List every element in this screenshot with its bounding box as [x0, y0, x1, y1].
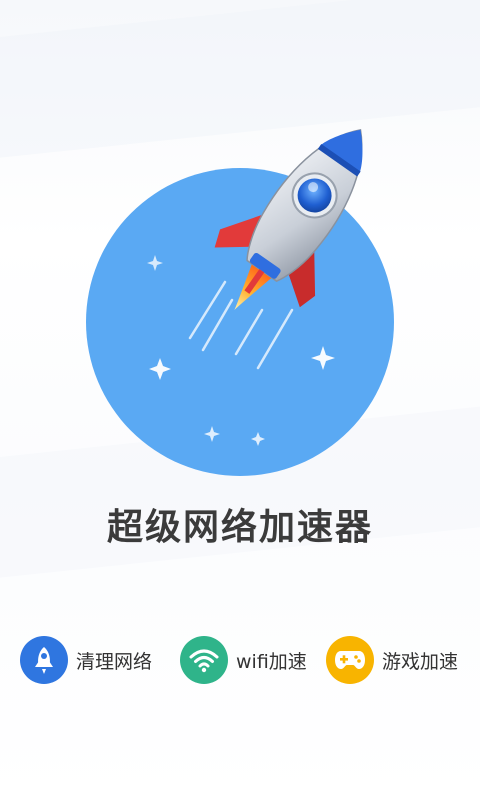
feature-wifi-boost[interactable]: wifi加速 [180, 634, 307, 686]
feature-game-boost[interactable]: 游戏加速 [326, 634, 458, 686]
rocket-icon [20, 636, 68, 684]
hero-illustration [0, 110, 480, 490]
feature-clean-network[interactable]: 清理网络 [20, 634, 152, 686]
feature-bar: 清理网络 wifi加速 游戏加速 [0, 634, 480, 686]
wifi-icon [180, 636, 228, 684]
feature-label: 清理网络 [76, 650, 153, 673]
feature-label: wifi加速 [236, 650, 307, 673]
app-title: 超级网络加速器 [106, 507, 373, 548]
rocket-illustration [86, 129, 394, 476]
hero-circle [86, 168, 394, 476]
gamepad-icon [326, 636, 374, 684]
feature-label: 游戏加速 [382, 650, 459, 673]
